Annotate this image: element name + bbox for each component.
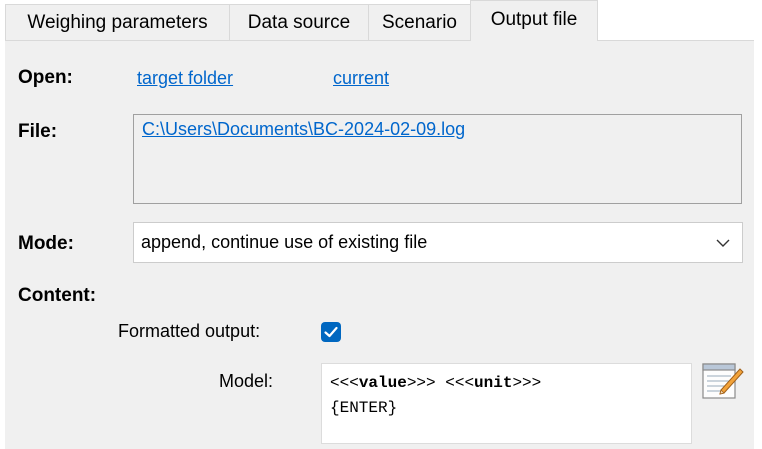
mode-dropdown[interactable]: append, continue use of existing file [133,222,743,263]
tab-data-source[interactable]: Data source [229,4,369,40]
current-link[interactable]: current [333,68,389,89]
model-textbox[interactable]: <<<value>>> <<<unit>>> {ENTER} [321,363,692,444]
tab-strip: Weighing parameters Data source Scenario… [0,0,762,41]
formatted-output-checkbox[interactable] [321,322,341,342]
model-label: Model: [219,371,274,391]
file-path-box: C:\Users\Documents\BC-2024-02-09.log [133,114,742,204]
output-file-panel: Open: target folder current File: C:\Use… [5,40,754,449]
target-folder-link[interactable]: target folder [137,68,233,89]
file-path-link[interactable]: C:\Users\Documents\BC-2024-02-09.log [142,119,465,140]
output-file-window: Weighing parameters Data source Scenario… [0,0,762,449]
tab-scenario[interactable]: Scenario [368,4,471,40]
notepad-pencil-icon[interactable] [700,359,744,401]
formatted-output-label: Formatted output: [118,321,261,341]
file-label: File: [18,121,58,142]
mode-label: Mode: [18,233,74,254]
content-label: Content: [18,285,97,306]
open-label: Open: [18,67,73,88]
chevron-down-icon [716,239,730,247]
checkmark-icon [324,326,338,338]
tab-output-file[interactable]: Output file [470,0,598,41]
mode-selected-value: append, continue use of existing file [141,232,428,252]
tab-weighing-parameters[interactable]: Weighing parameters [5,4,230,40]
